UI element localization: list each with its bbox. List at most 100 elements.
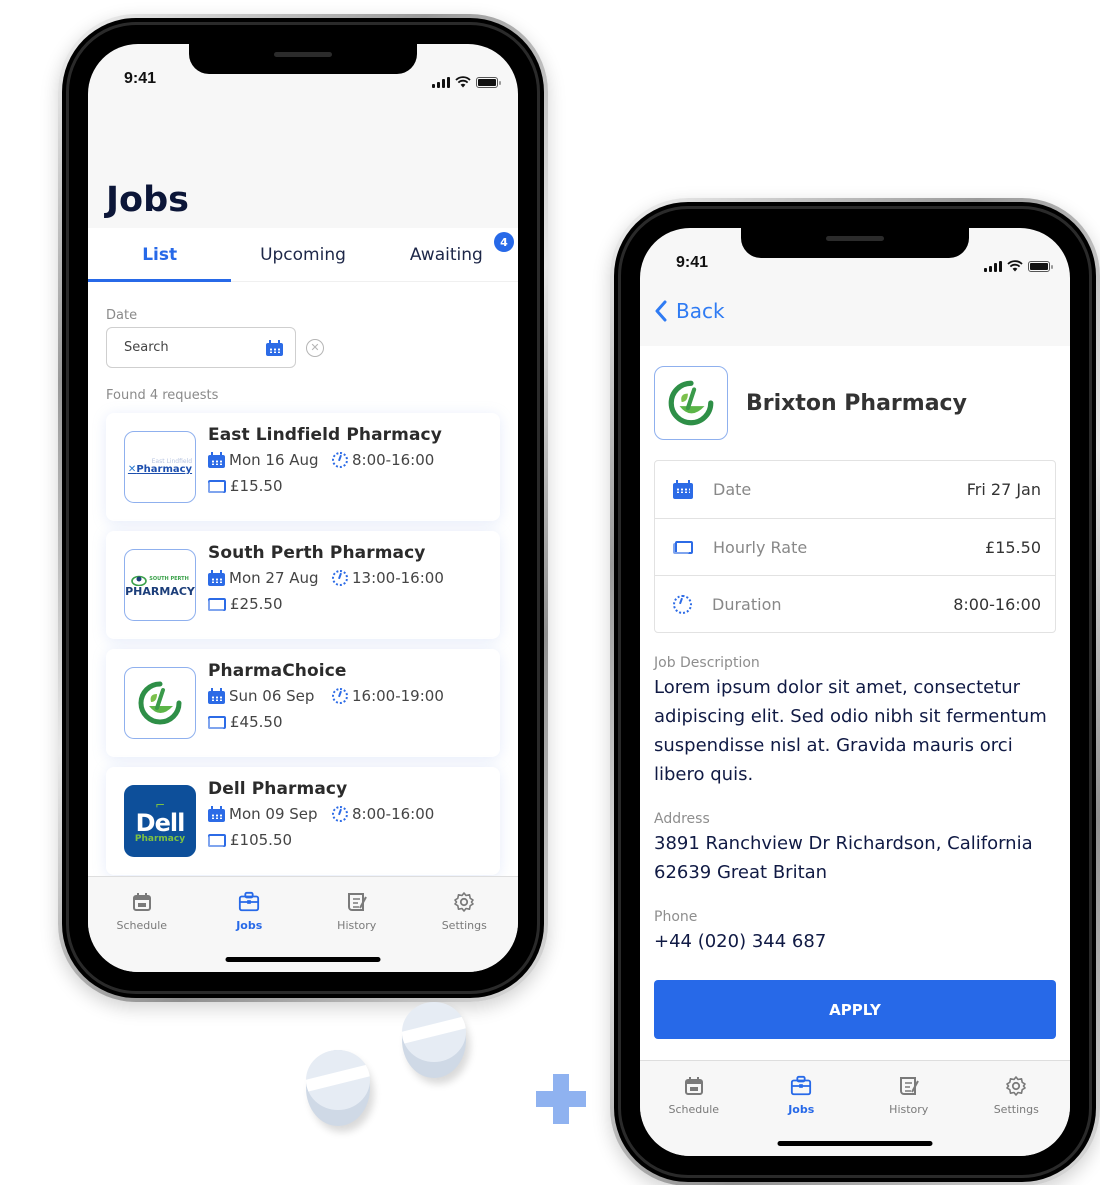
job-info: South Perth Pharmacy Mon 27 Aug 13:00-16… — [208, 543, 444, 613]
wifi-icon — [455, 76, 471, 88]
tabbar-item-settings[interactable]: Settings — [963, 1075, 1071, 1156]
job-time: 8:00-16:00 — [332, 451, 434, 469]
info-label: Date — [713, 480, 752, 499]
job-meta: Sun 06 Sep 16:00-19:00 — [208, 687, 444, 705]
info-row-date: Date Fri 27 Jan — [655, 461, 1055, 518]
date-filter-label: Date — [106, 308, 138, 323]
wifi-icon — [1007, 260, 1023, 272]
back-label: Back — [676, 299, 725, 323]
job-card[interactable]: ⌐ Dell Pharmacy Dell Pharmacy Mon 09 Sep… — [106, 767, 500, 875]
job-rate: £45.50 — [208, 713, 444, 731]
tab-label: Awaiting — [409, 244, 483, 265]
notch — [189, 44, 417, 74]
plus-decoration-icon — [536, 1074, 586, 1124]
job-time: 13:00-16:00 — [332, 569, 444, 587]
logo-south-perth: SOUTH PERTH PHARMACY — [125, 574, 195, 597]
job-pharmacy-name: East Lindfield Pharmacy — [208, 425, 442, 445]
calendar-icon — [208, 688, 225, 704]
home-indicator[interactable] — [777, 1141, 933, 1146]
job-info: Dell Pharmacy Mon 09 Sep 8:00-16:00 £105… — [208, 779, 434, 849]
calendar-icon — [208, 570, 225, 586]
pill-top — [306, 1050, 370, 1110]
calendar-icon — [673, 480, 693, 499]
status-time: 9:41 — [676, 254, 709, 271]
clock-icon — [332, 452, 348, 468]
job-date-text: Mon 09 Sep — [229, 805, 318, 823]
tab-list[interactable]: List — [88, 228, 232, 282]
pharmacy-logo: ⌐ Dell Pharmacy — [124, 785, 196, 857]
job-rate: £105.50 — [208, 831, 434, 849]
job-pharmacy-name: PharmaChoice — [208, 661, 347, 681]
jobs-header: Jobs — [88, 92, 518, 228]
pharmacy-logo — [124, 667, 196, 739]
job-rate: £15.50 — [208, 477, 442, 495]
calendar-icon[interactable] — [266, 339, 283, 356]
phone-bezel: 9:41 Back Brixton Pharmacy Date Fri 27 J… — [614, 202, 1096, 1182]
date-search-input[interactable] — [124, 340, 244, 355]
job-time-text: 8:00-16:00 — [352, 805, 435, 823]
tab-awaiting[interactable]: Awaiting 4 — [375, 228, 518, 281]
job-card[interactable]: SOUTH PERTH PHARMACY South Perth Pharmac… — [106, 531, 500, 639]
gear-icon — [1005, 1075, 1027, 1097]
address-label: Address — [654, 811, 710, 827]
job-rate-text: £105.50 — [230, 831, 293, 849]
cash-icon — [208, 715, 226, 729]
battery-icon — [476, 76, 501, 88]
phone-text[interactable]: +44 (020) 344 687 — [654, 927, 1056, 956]
phone-job-detail: 9:41 Back Brixton Pharmacy Date Fri 27 J… — [610, 198, 1100, 1185]
date-search-field[interactable] — [106, 327, 296, 368]
logo-text: ✕Pharmacy — [127, 464, 193, 475]
job-info-table: Date Fri 27 Jan Hourly Rate £15.50 Durat… — [654, 460, 1056, 633]
job-pharmacy-name: Dell Pharmacy — [208, 779, 348, 799]
pharmacy-logo: SOUTH PERTH PHARMACY — [124, 549, 196, 621]
info-label: Hourly Rate — [713, 537, 808, 557]
job-time: 8:00-16:00 — [332, 805, 434, 823]
info-value: 8:00-16:00 — [953, 594, 1041, 614]
clock-icon — [332, 570, 348, 586]
pharmacy-logo-icon — [668, 380, 714, 426]
info-row-duration: Duration 8:00-16:00 — [655, 575, 1055, 632]
info-value: £15.50 — [985, 537, 1041, 557]
job-card[interactable]: PharmaChoice Sun 06 Sep 16:00-19:00 £45.… — [106, 649, 500, 757]
cash-icon — [673, 540, 693, 554]
briefcase-icon — [238, 891, 260, 913]
apply-button[interactable]: APPLY — [654, 980, 1056, 1039]
phone-bezel: 9:41 Jobs List Upcoming Awaiting 4 Date … — [62, 18, 544, 998]
battery-icon — [1028, 260, 1053, 272]
logo-word: Pharmacy — [136, 464, 193, 475]
clock-icon — [332, 806, 348, 822]
clock-icon — [332, 688, 348, 704]
bottom-tab-bar: Schedule Jobs History Settings — [640, 1060, 1070, 1156]
job-date-text: Sun 06 Sep — [229, 687, 315, 705]
chevron-left-icon — [655, 300, 667, 322]
status-time: 9:41 — [124, 70, 157, 87]
job-info: East Lindfield Pharmacy Mon 16 Aug 8:00-… — [208, 425, 442, 495]
tabbar-item-settings[interactable]: Settings — [411, 891, 519, 972]
job-time-text: 8:00-16:00 — [352, 451, 435, 469]
home-indicator[interactable] — [225, 957, 381, 962]
job-rate-text: £45.50 — [230, 713, 283, 731]
tabbar-label: Schedule — [668, 1103, 720, 1116]
tabbar-item-schedule[interactable]: Schedule — [640, 1075, 748, 1156]
job-pharmacy-name: South Perth Pharmacy — [208, 543, 426, 563]
tabbar-item-schedule[interactable]: Schedule — [88, 891, 196, 972]
job-date: Sun 06 Sep — [208, 687, 332, 705]
signal-icon — [432, 76, 450, 88]
calendar-icon — [208, 806, 225, 822]
tab-bar: List Upcoming Awaiting 4 — [88, 228, 518, 282]
pill-top — [402, 1002, 466, 1062]
job-time-text: 13:00-16:00 — [352, 569, 444, 587]
pharmachoice-logo-icon — [138, 681, 182, 725]
results-count: Found 4 requests — [106, 388, 219, 403]
calendar-icon — [208, 452, 225, 468]
date-filter-row: ✕ — [106, 327, 500, 368]
back-button[interactable]: Back — [640, 276, 1070, 346]
signal-icon — [984, 260, 1002, 272]
pharmacy-header: Brixton Pharmacy — [654, 366, 1056, 440]
logo-east-lindfield: East Lindfield ✕Pharmacy — [128, 459, 192, 475]
job-card[interactable]: East Lindfield ✕Pharmacy East Lindfield … — [106, 413, 500, 521]
clear-circle-icon[interactable]: ✕ — [306, 338, 324, 357]
pharmacy-name: Brixton Pharmacy — [746, 390, 967, 416]
tab-upcoming[interactable]: Upcoming — [231, 228, 374, 281]
history-scroll-icon — [898, 1075, 920, 1097]
